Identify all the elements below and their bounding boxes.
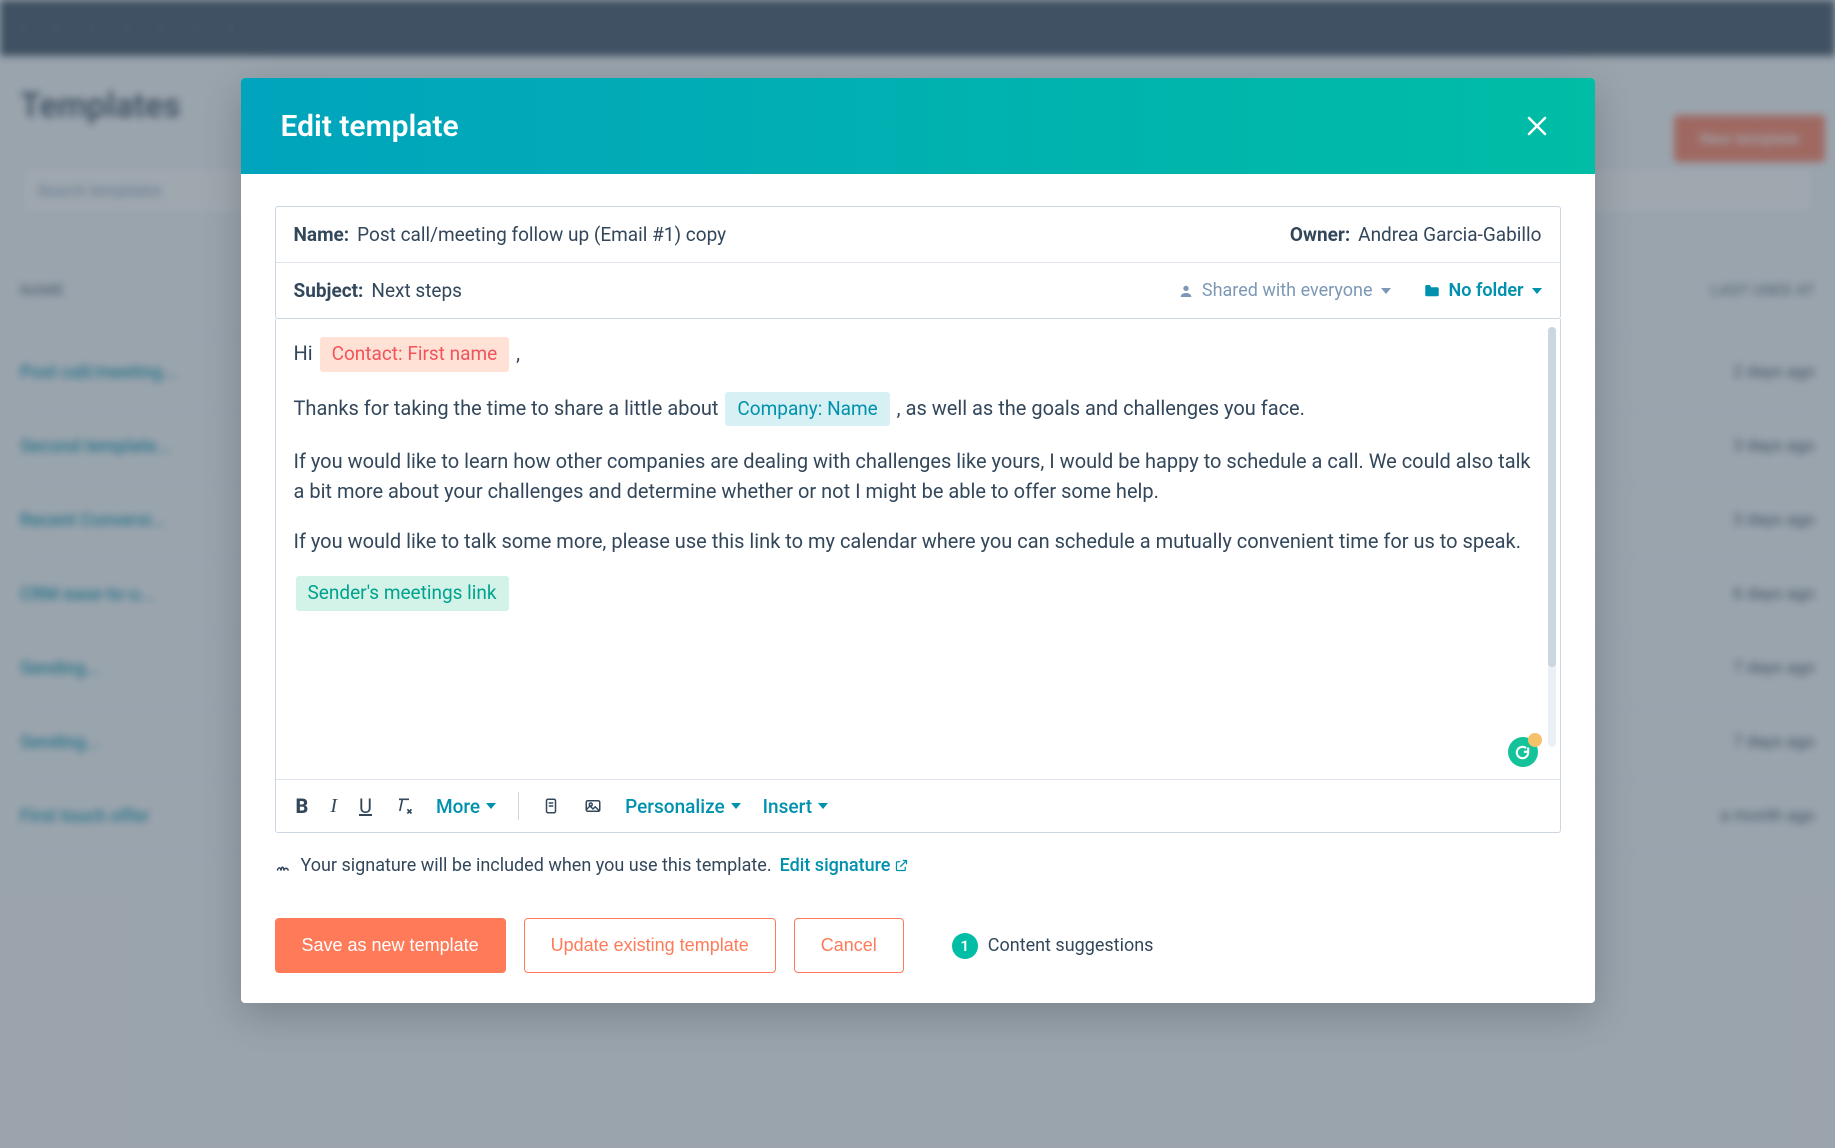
signature-text: Your signature will be included when you… xyxy=(301,855,772,876)
scrollbar[interactable] xyxy=(1548,327,1556,747)
subject-value[interactable]: Next steps xyxy=(371,279,462,302)
editor-wrap: Hi Contact: First name , Thanks for taki… xyxy=(275,319,1561,833)
snippet-button[interactable] xyxy=(541,796,561,816)
meta-box: Name: Post call/meeting follow up (Email… xyxy=(275,206,1561,319)
owner-label: Owner: xyxy=(1290,223,1350,246)
content-suggestions[interactable]: 1 Content suggestions xyxy=(952,933,1154,959)
clear-format-button[interactable] xyxy=(394,796,414,816)
token-meetings-link[interactable]: Sender's meetings link xyxy=(296,576,509,611)
suggestion-count-badge: 1 xyxy=(952,933,978,959)
external-link-icon xyxy=(894,858,909,873)
more-dropdown[interactable]: More xyxy=(436,795,496,818)
token-company-name[interactable]: Company: Name xyxy=(725,392,889,427)
separator xyxy=(518,792,519,820)
close-icon[interactable] xyxy=(1519,108,1555,144)
underline-button[interactable]: U xyxy=(359,794,372,818)
subject-label: Subject: xyxy=(294,279,364,302)
text: If you would like to talk some more, ple… xyxy=(294,526,1540,556)
signature-icon xyxy=(275,857,293,875)
edit-template-modal: Edit template Name: Post call/meeting fo… xyxy=(241,78,1595,1003)
text: If you would like to learn how other com… xyxy=(294,446,1540,506)
chevron-down-icon xyxy=(1381,288,1391,294)
suggestion-label: Content suggestions xyxy=(988,935,1154,956)
template-body-editor[interactable]: Hi Contact: First name , Thanks for taki… xyxy=(276,319,1560,779)
edit-signature-link[interactable]: Edit signature xyxy=(780,855,910,876)
scrollbar-thumb[interactable] xyxy=(1548,327,1556,667)
modal-title: Edit template xyxy=(281,109,459,144)
name-label: Name: xyxy=(294,223,350,246)
text: , as well as the goals and challenges yo… xyxy=(897,396,1305,420)
modal-footer: Save as new template Update existing tem… xyxy=(275,918,1561,973)
insert-dropdown[interactable]: Insert xyxy=(763,795,828,818)
grammarly-badge-icon[interactable] xyxy=(1508,737,1538,767)
personalize-dropdown[interactable]: Personalize xyxy=(625,795,741,818)
text: Thanks for taking the time to share a li… xyxy=(294,396,724,420)
folder-dropdown[interactable]: No folder xyxy=(1423,280,1542,301)
shared-label: Shared with everyone xyxy=(1202,280,1373,301)
bold-button[interactable]: B xyxy=(296,794,309,818)
update-existing-button[interactable]: Update existing template xyxy=(524,918,776,973)
folder-icon xyxy=(1423,282,1441,300)
name-value[interactable]: Post call/meeting follow up (Email #1) c… xyxy=(357,223,726,246)
chevron-down-icon xyxy=(818,803,828,809)
text: Hi xyxy=(294,341,318,365)
token-contact-first-name[interactable]: Contact: First name xyxy=(320,337,510,372)
image-icon xyxy=(584,797,602,815)
owner-value: Andrea Garcia-Gabillo xyxy=(1358,223,1541,246)
snippet-icon xyxy=(542,797,560,815)
image-button[interactable] xyxy=(583,796,603,816)
editor-toolbar: B I U More xyxy=(276,779,1560,832)
folder-label: No folder xyxy=(1449,280,1524,301)
chevron-down-icon xyxy=(731,803,741,809)
chevron-down-icon xyxy=(486,803,496,809)
text: , xyxy=(516,341,520,365)
person-icon xyxy=(1178,283,1194,299)
shared-dropdown[interactable]: Shared with everyone xyxy=(1178,280,1391,301)
modal-overlay: Edit template Name: Post call/meeting fo… xyxy=(0,0,1835,1148)
modal-header: Edit template xyxy=(241,78,1595,174)
italic-button[interactable]: I xyxy=(330,795,337,818)
clear-format-icon xyxy=(394,796,414,816)
chevron-down-icon xyxy=(1532,288,1542,294)
signature-note: Your signature will be included when you… xyxy=(275,855,1561,876)
cancel-button[interactable]: Cancel xyxy=(794,918,904,973)
save-as-new-button[interactable]: Save as new template xyxy=(275,918,506,973)
